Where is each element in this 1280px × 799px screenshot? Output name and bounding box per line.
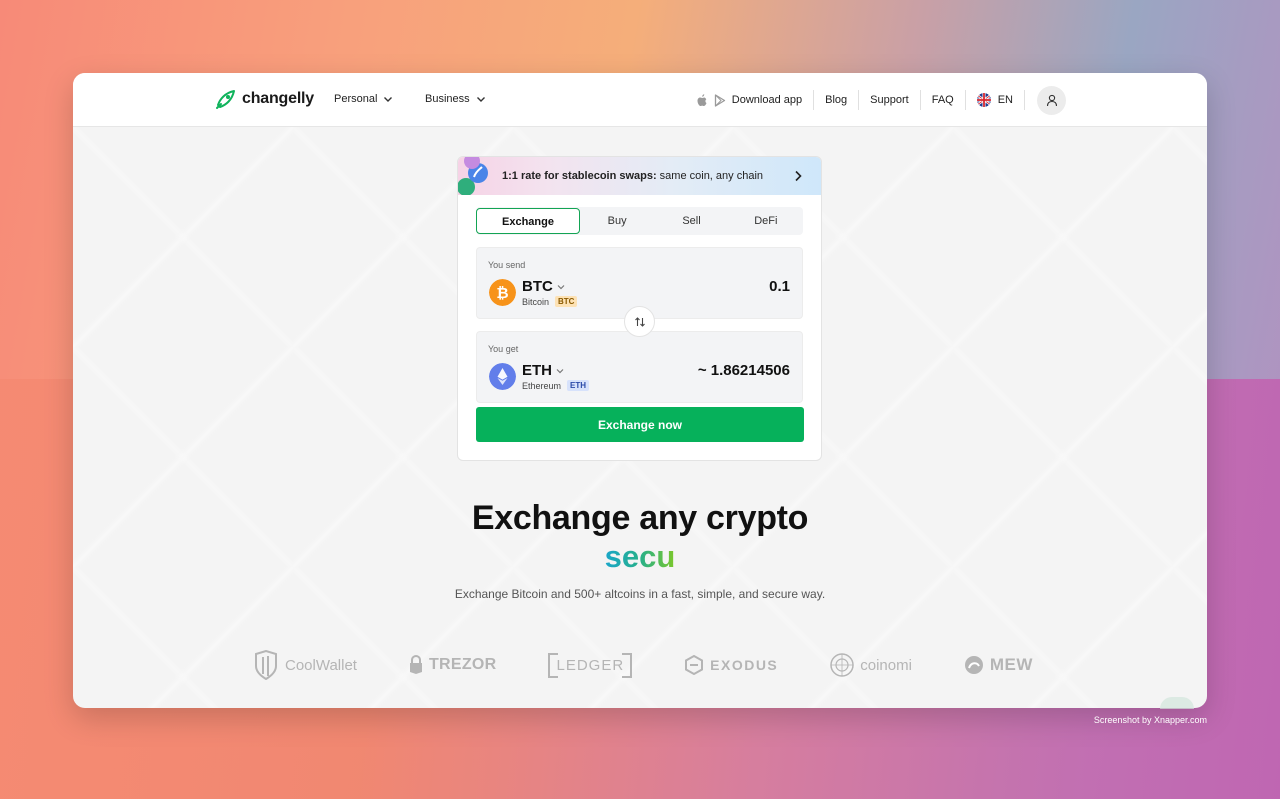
browser-window: changelly Personal Business Download app… (73, 73, 1207, 708)
tab-exchange[interactable]: Exchange (476, 208, 580, 234)
partner-exodus: EXODUS (684, 655, 778, 675)
partner-trezor-label: TREZOR (428, 656, 497, 673)
send-network-badge: BTC (555, 296, 578, 307)
send-amount-input[interactable]: 0.1 (769, 278, 790, 295)
tab-buy[interactable]: Buy (580, 208, 654, 234)
nav-personal-label: Personal (334, 93, 378, 105)
send-label: You send (488, 260, 526, 270)
chevron-down-icon (556, 368, 564, 373)
tab-defi[interactable]: DeFi (729, 208, 803, 234)
exodus-icon (685, 655, 704, 675)
ethereum-icon (489, 363, 516, 390)
chevron-down-icon (557, 284, 565, 289)
exchange-widget: 1:1 rate for stablecoin swaps: same coin… (457, 156, 822, 461)
swap-arrows-icon (634, 316, 645, 327)
rocket-logo-icon (216, 90, 235, 109)
language-selector[interactable]: EN (966, 90, 1025, 110)
apple-icon (697, 93, 707, 106)
google-play-icon (714, 93, 725, 107)
partner-coinomi: coinomi (830, 653, 912, 677)
hero-animated-word: secu (73, 539, 1207, 575)
partner-mew: MEW (964, 655, 1033, 675)
faq-link[interactable]: FAQ (921, 90, 966, 110)
get-ticker: ETH (522, 362, 552, 379)
exchange-tabs: Exchange Buy Sell DeFi (476, 207, 803, 235)
promo-banner[interactable]: 1:1 rate for stablecoin swaps: same coin… (458, 157, 821, 195)
partner-coolwallet-label: CoolWallet (285, 656, 357, 674)
send-coin-name: Bitcoin (522, 296, 550, 307)
trezor-lock-icon (409, 655, 422, 674)
logo[interactable]: changelly (214, 87, 314, 111)
chevron-down-icon (476, 97, 485, 102)
user-icon (1046, 94, 1057, 106)
partner-ledger: LEDGER (548, 652, 632, 678)
chat-widget-button[interactable] (1160, 697, 1194, 709)
account-button[interactable] (1037, 85, 1066, 115)
coinomi-icon (830, 653, 854, 677)
nav-personal-dropdown[interactable]: Personal (334, 93, 393, 105)
chevron-down-icon (384, 97, 393, 102)
screenshot-credit: Screenshot by Xnapper.com (1093, 715, 1207, 725)
get-coin-name: Ethereum (522, 380, 562, 391)
exchange-now-button[interactable]: Exchange now (476, 407, 804, 442)
get-amount-value: ~ 1.86214506 (697, 362, 790, 379)
partner-coolwallet: CoolWallet (253, 650, 357, 680)
get-network-badge: ETH (567, 380, 590, 391)
support-link[interactable]: Support (859, 90, 921, 110)
send-ticker: BTC (522, 278, 553, 295)
hero-animated-word-text: secu (604, 539, 676, 574)
partner-logos: CoolWallet TREZOR LEDGER EXODUS coinomi … (253, 649, 1033, 681)
nav-business-label: Business (425, 93, 470, 105)
partner-coinomi-label: coinomi (860, 656, 912, 674)
faq-label: FAQ (931, 94, 954, 106)
download-app-label: Download app (731, 94, 803, 106)
swap-currencies-button[interactable] (624, 306, 655, 337)
support-label: Support (870, 94, 909, 106)
download-app-link[interactable]: Download app (685, 90, 815, 110)
top-header: changelly Personal Business Download app… (73, 73, 1207, 127)
hero-subtitle: Exchange Bitcoin and 500+ altcoins in a … (454, 587, 826, 601)
partner-ledger-label: LEDGER (556, 656, 625, 674)
mew-icon (964, 656, 983, 674)
nav-business-dropdown[interactable]: Business (425, 93, 486, 105)
logo-text: changelly (242, 90, 315, 107)
coolwallet-shield-icon (255, 650, 277, 680)
right-nav: Download app Blog Support FAQ EN (685, 85, 1066, 115)
language-label: EN (997, 94, 1013, 106)
hero-title: Exchange any crypto (471, 499, 809, 537)
get-currency-selector[interactable]: ETH (522, 362, 564, 379)
send-currency-selector[interactable]: BTC (522, 278, 565, 295)
partner-mew-label: MEW (989, 655, 1033, 674)
stablecoin-coins-icon (458, 157, 488, 195)
get-label: You get (488, 344, 519, 354)
uk-flag-icon (976, 93, 991, 107)
get-field[interactable]: You get ETH Ethereum ETH ~ 1.86214506 (476, 331, 803, 403)
svg-text:₿: ₿ (496, 284, 508, 302)
bitcoin-icon: ₿ (489, 279, 516, 306)
partner-exodus-label: EXODUS (710, 657, 779, 673)
blog-link[interactable]: Blog (814, 90, 860, 110)
promo-text: same coin, any chain (659, 170, 764, 182)
blog-label: Blog (825, 94, 848, 106)
partner-trezor: TREZOR (409, 655, 497, 675)
tab-sell[interactable]: Sell (654, 208, 728, 234)
chevron-right-icon (795, 170, 802, 182)
promo-bold-text: 1:1 rate for stablecoin swaps: (502, 170, 657, 182)
